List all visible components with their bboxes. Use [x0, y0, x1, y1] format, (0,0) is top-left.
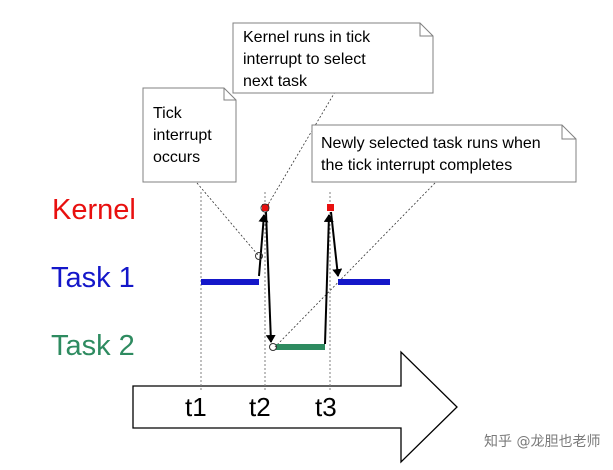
- tick-note-line-3: occurs: [153, 149, 200, 166]
- kernel-note-line-1: Kernel runs in tick: [243, 29, 371, 46]
- tick-note-line-1: Tick: [153, 105, 183, 122]
- kernel-note-line-2: interrupt to select: [243, 51, 366, 68]
- arrow-kernel-to-task1: [330, 211, 343, 277]
- tick-note-line-2: interrupt: [153, 127, 212, 144]
- callout-line-newly: [274, 182, 436, 348]
- timeline-label-t2: t2: [249, 392, 271, 422]
- kernel-row-label: Kernel: [52, 194, 136, 226]
- arrow-task1-to-kernel: [258, 214, 269, 277]
- timeline-arrow: [132, 350, 458, 464]
- kernel-runs-note: Kernel runs in tick interrupt to select …: [232, 22, 434, 94]
- newly-selected-note: Newly selected task runs when the tick i…: [311, 124, 577, 183]
- timeline-label-t3: t3: [315, 392, 337, 422]
- diagram-canvas: Tick interrupt occurs Kernel runs in tic…: [0, 0, 613, 470]
- watermark-text: 知乎 @龙胆也老师: [484, 433, 600, 450]
- callout-line-tick: [196, 182, 259, 256]
- tick-interrupt-note: Tick interrupt occurs: [142, 87, 237, 183]
- timeline-label-t1: t1: [185, 392, 207, 422]
- task2-row-label: Task 2: [51, 330, 135, 362]
- kernel-marker-t3: [327, 204, 334, 211]
- timing-diagram: Tick interrupt occurs Kernel runs in tic…: [51, 22, 600, 464]
- newly-note-line-1: Newly selected task runs when: [321, 135, 541, 152]
- newly-note-line-2: the tick interrupt completes: [321, 157, 512, 174]
- task1-row-label: Task 1: [51, 262, 135, 294]
- arrow-task2-to-kernel: [323, 214, 334, 345]
- kernel-note-line-3: next task: [243, 73, 308, 90]
- arrow-kernel-to-task2: [265, 211, 276, 343]
